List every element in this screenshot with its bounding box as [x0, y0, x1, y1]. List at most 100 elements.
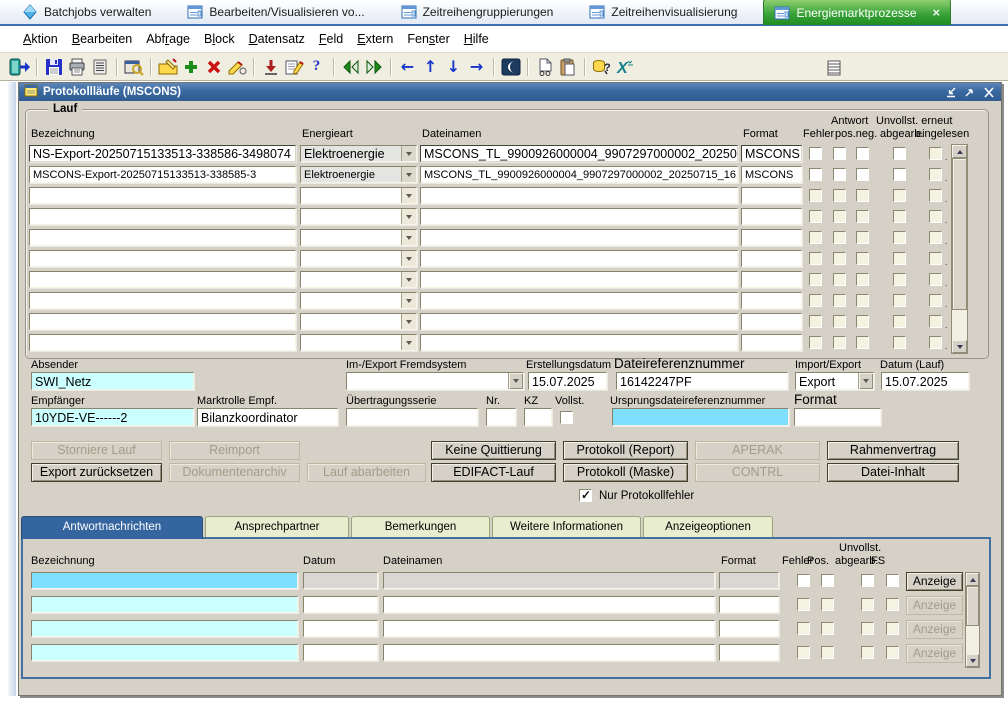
protokoll-maske-button[interactable]: Protokoll (Maske)	[563, 463, 688, 482]
dateinamen-field[interactable]	[420, 250, 738, 267]
energieart-select[interactable]	[300, 250, 417, 267]
abgearb-checkbox[interactable]	[861, 646, 874, 659]
menu-datensatz[interactable]: Datensatz	[242, 32, 312, 46]
scroll-thumb[interactable]	[952, 158, 967, 310]
unvollst-abgearb-checkbox[interactable]	[893, 294, 906, 307]
bezeichnung-field[interactable]	[29, 187, 296, 204]
fremdsystem-select[interactable]	[346, 372, 524, 390]
fehler-checkbox[interactable]	[809, 252, 822, 265]
protokoll-report-button[interactable]: Protokoll (Report)	[563, 441, 688, 460]
fehler-checkbox[interactable]	[797, 598, 810, 611]
energieart-select[interactable]: Elektroenergie	[300, 145, 417, 162]
erneut-eingelesen-checkbox[interactable]	[929, 336, 942, 349]
format-field[interactable]	[741, 250, 802, 267]
vollst-checkbox[interactable]	[560, 411, 573, 424]
menu-aktion[interactable]: Aktion	[16, 32, 65, 46]
cancel-query-icon[interactable]	[225, 56, 248, 77]
bezeichnung-field[interactable]	[29, 334, 296, 351]
kz-field[interactable]	[524, 408, 552, 426]
menu-block[interactable]: Block	[197, 32, 242, 46]
erneut-eingelesen-checkbox[interactable]	[929, 252, 942, 265]
dateinamen-field[interactable]	[420, 187, 738, 204]
unvollst-abgearb-checkbox[interactable]	[893, 189, 906, 202]
antwort-pos-checkbox[interactable]	[833, 168, 846, 181]
chevron-down-icon[interactable]	[401, 335, 416, 350]
fs-checkbox[interactable]	[886, 646, 899, 659]
unvollst-abgearb-checkbox[interactable]	[893, 315, 906, 328]
format-field[interactable]	[794, 408, 881, 426]
abgearb-checkbox[interactable]	[861, 574, 874, 587]
format-field[interactable]	[741, 187, 802, 204]
up-arrow-icon[interactable]: ↑	[419, 56, 442, 77]
fehler-checkbox[interactable]	[809, 273, 822, 286]
bezeichnung-field[interactable]	[29, 313, 296, 330]
dateinamen-field[interactable]	[420, 292, 738, 309]
dateinamen-field[interactable]	[420, 229, 738, 246]
chevron-down-icon[interactable]	[401, 314, 416, 329]
format-field[interactable]	[741, 271, 802, 288]
antwort-pos-checkbox[interactable]	[833, 231, 846, 244]
antwort-pos-checkbox[interactable]	[833, 147, 846, 160]
datei-inhalt-button[interactable]: Datei-Inhalt	[827, 463, 959, 482]
insert-record-icon[interactable]	[179, 56, 202, 77]
antwort-pos-checkbox[interactable]	[833, 273, 846, 286]
fs-checkbox[interactable]	[886, 622, 899, 635]
unvollst-abgearb-checkbox[interactable]	[893, 231, 906, 244]
fehler-checkbox[interactable]	[809, 147, 822, 160]
print-icon[interactable]	[65, 56, 88, 77]
dateinamen-field[interactable]	[383, 644, 715, 661]
energieart-select[interactable]	[300, 229, 417, 246]
chevron-down-icon[interactable]	[401, 188, 416, 203]
energieart-select[interactable]	[300, 292, 417, 309]
antwort-pos-checkbox[interactable]	[833, 252, 846, 265]
menu-bearbeiten[interactable]: Bearbeiten	[65, 32, 139, 46]
erneut-eingelesen-checkbox[interactable]	[929, 315, 942, 328]
bezeichnung-field[interactable]	[31, 644, 298, 661]
antwort-neg-checkbox[interactable]	[856, 189, 869, 202]
chevron-down-icon[interactable]	[401, 146, 416, 161]
close-icon[interactable]	[981, 86, 996, 99]
bezeichnung-field[interactable]: NS-Export-20250715133513-338586-3498074	[29, 145, 296, 162]
fehler-checkbox[interactable]	[809, 231, 822, 244]
nur-protokollfehler-checkbox[interactable]	[579, 489, 592, 502]
chevron-down-icon[interactable]	[401, 251, 416, 266]
format-field[interactable]	[741, 334, 802, 351]
antwort-pos-checkbox[interactable]	[833, 294, 846, 307]
antwort-neg-checkbox[interactable]	[856, 168, 869, 181]
save-icon[interactable]	[42, 56, 65, 77]
chevron-down-icon[interactable]	[401, 230, 416, 245]
format-field[interactable]	[741, 313, 802, 330]
pos-checkbox[interactable]	[821, 646, 834, 659]
fs-checkbox[interactable]	[886, 574, 899, 587]
unvollst-abgearb-checkbox[interactable]	[893, 210, 906, 223]
down-arrow-icon[interactable]: ↓	[442, 56, 465, 77]
app-tab-bearbeiten-visualisieren-vo[interactable]: Bearbeiten/Visualisieren vo...	[177, 0, 374, 24]
format-field[interactable]	[719, 572, 779, 589]
paste-icon[interactable]	[556, 56, 579, 77]
chevron-down-icon[interactable]	[858, 373, 873, 389]
import-export-select[interactable]: Export	[795, 372, 874, 390]
menu-fenster[interactable]: Fenster	[400, 32, 456, 46]
format-field[interactable]: MSCONS	[741, 166, 802, 183]
dateinamen-field[interactable]	[420, 271, 738, 288]
keine-quittierung-button[interactable]: Keine Quittierung	[431, 441, 556, 460]
app-tab-energiemarktprozesse[interactable]: Energiemarktprozesse×	[763, 0, 951, 25]
datum-field[interactable]	[303, 572, 378, 589]
antwort-neg-checkbox[interactable]	[856, 147, 869, 160]
erneut-eingelesen-checkbox[interactable]	[929, 210, 942, 223]
scroll-up-button[interactable]	[966, 573, 979, 586]
excel-export-icon[interactable]: X	[613, 56, 636, 77]
erneut-eingelesen-checkbox[interactable]	[929, 273, 942, 286]
tab-bemerkungen[interactable]: Bemerkungen	[351, 516, 490, 537]
app-tab-batchjobs-verwalten[interactable]: Batchjobs verwalten	[12, 0, 161, 24]
format-field[interactable]	[719, 596, 779, 613]
fehler-checkbox[interactable]	[797, 646, 810, 659]
dateinamen-field[interactable]: MSCONS_TL_9900926000004_9907297000002_20…	[420, 145, 738, 162]
bezeichnung-field[interactable]	[29, 208, 296, 225]
format-field[interactable]	[741, 208, 802, 225]
help-icon[interactable]: ?	[305, 56, 328, 77]
document-info-icon[interactable]	[533, 56, 556, 77]
chevron-down-icon[interactable]	[401, 209, 416, 224]
fehler-checkbox[interactable]	[797, 574, 810, 587]
energieart-select[interactable]	[300, 187, 417, 204]
